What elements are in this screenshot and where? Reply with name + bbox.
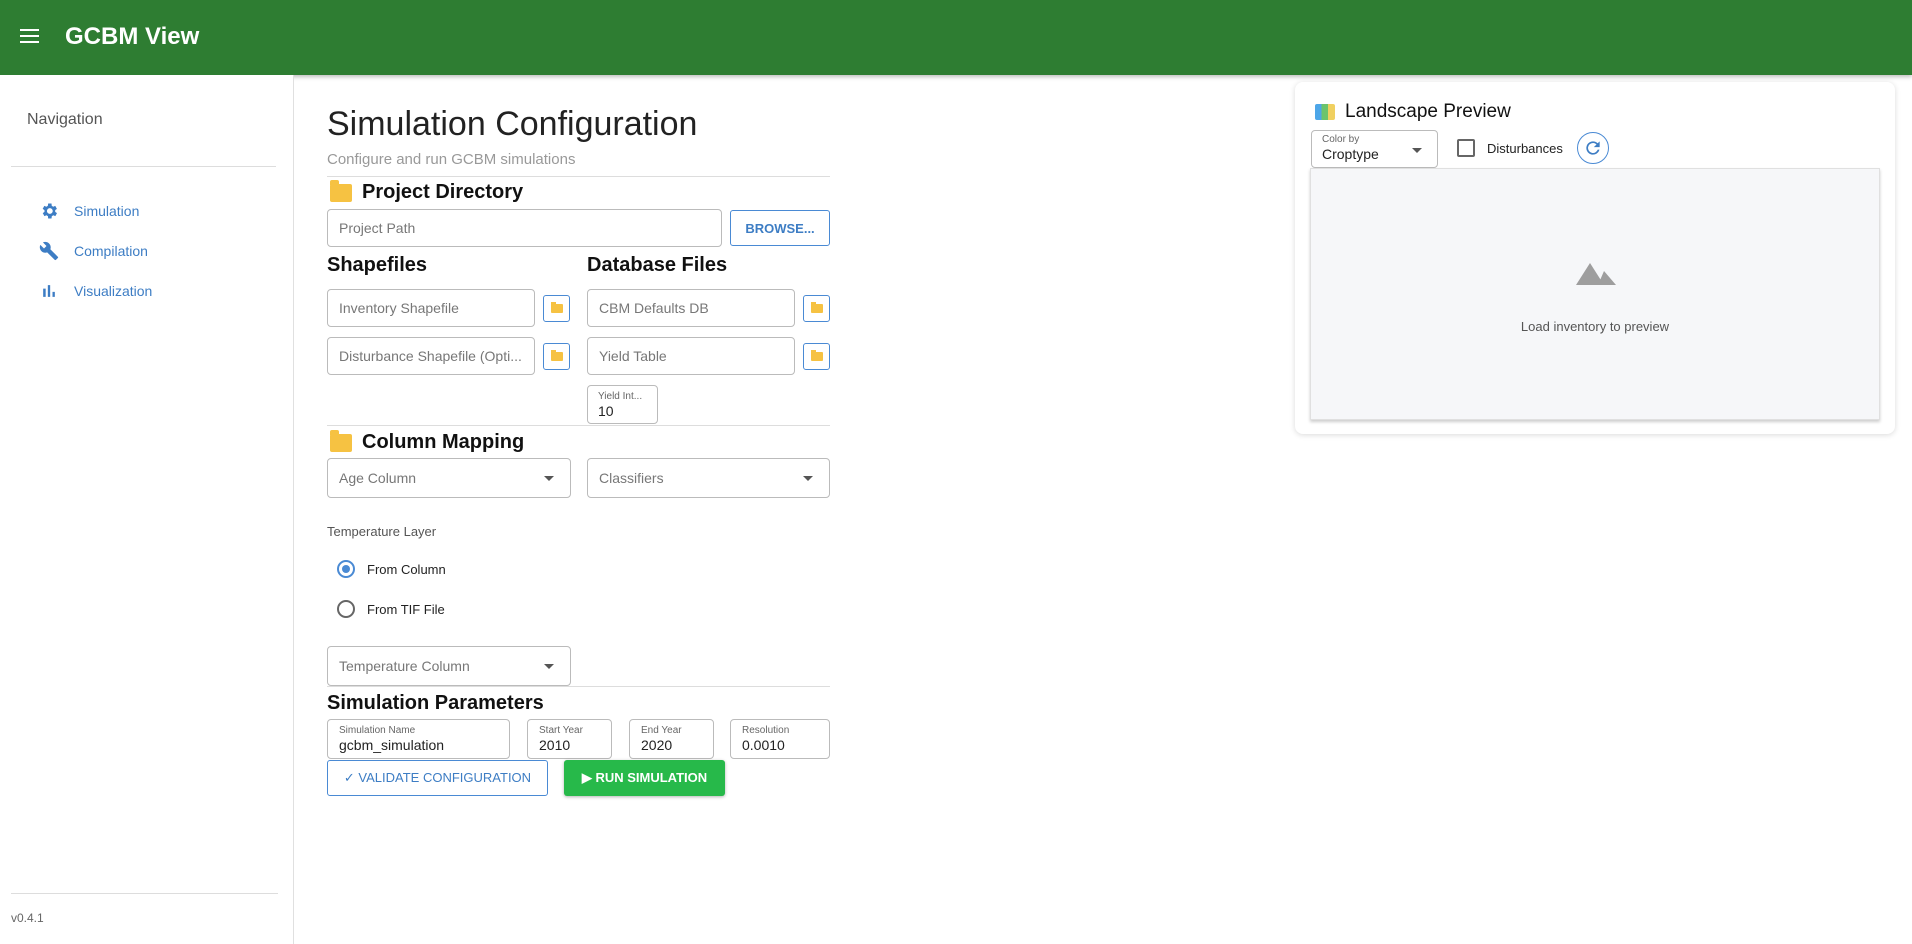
field-value: 10 xyxy=(598,402,614,419)
placeholder: Temperature Column xyxy=(339,658,470,674)
start-year-input[interactable]: Start Year 2010 xyxy=(527,719,612,759)
chevron-down-icon xyxy=(544,476,554,481)
age-column-select[interactable]: Age Column xyxy=(327,458,571,498)
sidebar-item-simulation[interactable]: Simulation xyxy=(38,196,278,226)
page-title: Simulation Configuration xyxy=(327,105,698,143)
folder-icon xyxy=(330,179,352,202)
browse-button[interactable]: BROWSE... xyxy=(730,210,830,246)
wrench-icon xyxy=(38,240,60,262)
end-year-input[interactable]: End Year 2020 xyxy=(629,719,714,759)
divider xyxy=(11,893,278,894)
sidebar-item-visualization[interactable]: Visualization xyxy=(38,276,278,306)
field-label: Resolution xyxy=(742,725,790,736)
section-title-text: Column Mapping xyxy=(362,431,525,453)
page-subtitle: Configure and run GCBM simulations xyxy=(327,151,576,168)
radio-label: From TIF File xyxy=(367,601,445,617)
sidebar: Navigation Simulation Compilation Visual… xyxy=(0,75,294,944)
database-files-heading: Database Files xyxy=(587,254,728,276)
browse-inventory-button[interactable] xyxy=(543,295,570,322)
nav-heading: Navigation xyxy=(27,111,103,128)
radio-button[interactable] xyxy=(337,600,355,618)
classifiers-select[interactable]: Classifiers xyxy=(587,458,830,498)
simulation-parameters-heading: Simulation Parameters xyxy=(327,692,544,714)
image-placeholder-icon xyxy=(1576,263,1616,285)
field-label: Yield Int... xyxy=(598,390,643,402)
preview-canvas[interactable]: Load inventory to preview xyxy=(1310,168,1880,420)
cbm-defaults-db-input[interactable]: CBM Defaults DB xyxy=(587,289,795,327)
field-label: Simulation Name xyxy=(339,725,416,736)
project-path-input[interactable]: Project Path xyxy=(327,209,722,247)
radio-button-checked[interactable] xyxy=(337,560,355,578)
placeholder: Disturbance Shapefile (Opti... xyxy=(339,348,522,364)
folder-icon xyxy=(550,350,563,361)
radio-from-tif[interactable]: From TIF File xyxy=(337,600,445,618)
column-mapping-heading: Column Mapping xyxy=(330,429,525,454)
section-title-text: Project Directory xyxy=(362,181,524,203)
inventory-shapefile-input[interactable]: Inventory Shapefile xyxy=(327,289,535,327)
preview-title-text: Landscape Preview xyxy=(1345,101,1511,122)
chevron-down-icon xyxy=(803,476,813,481)
hamburger-menu-icon[interactable] xyxy=(20,26,44,46)
run-simulation-button[interactable]: ▶ RUN SIMULATION xyxy=(564,760,725,796)
sidebar-item-label: Simulation xyxy=(74,203,140,219)
browse-disturbance-button[interactable] xyxy=(543,343,570,370)
placeholder: Classifiers xyxy=(599,470,664,486)
folder-icon xyxy=(810,350,823,361)
chevron-down-icon xyxy=(544,664,554,669)
field-label: End Year xyxy=(641,725,682,736)
field-label: Color by xyxy=(1322,134,1360,145)
placeholder: Yield Table xyxy=(599,348,667,364)
radio-from-column[interactable]: From Column xyxy=(337,560,446,578)
divider xyxy=(327,425,830,426)
version-label: v0.4.1 xyxy=(11,911,44,925)
field-value: gcbm_simulation xyxy=(339,737,445,753)
refresh-icon xyxy=(1586,141,1600,155)
placeholder: Project Path xyxy=(339,220,416,236)
folder-icon xyxy=(330,429,352,452)
preview-heading: Landscape Preview xyxy=(1315,101,1511,123)
placeholder: Inventory Shapefile xyxy=(339,300,459,316)
divider xyxy=(327,686,830,687)
folder-icon xyxy=(810,302,823,313)
browse-yield-table-button[interactable] xyxy=(803,343,830,370)
chevron-down-icon xyxy=(1412,148,1422,153)
temperature-column-select[interactable]: Temperature Column xyxy=(327,646,571,686)
field-value: 0.0010 xyxy=(742,737,785,753)
checkbox-label: Disturbances xyxy=(1487,140,1563,156)
placeholder: Age Column xyxy=(339,470,417,486)
gear-icon xyxy=(38,200,60,222)
preview-empty-message: Load inventory to preview xyxy=(1520,319,1670,334)
sidebar-item-compilation[interactable]: Compilation xyxy=(38,236,278,266)
refresh-button[interactable] xyxy=(1577,132,1609,164)
divider xyxy=(11,166,276,167)
bar-chart-icon xyxy=(38,280,60,302)
app-title: GCBM View xyxy=(65,23,200,50)
disturbance-shapefile-input[interactable]: Disturbance Shapefile (Opti... xyxy=(327,337,535,375)
radio-label: From Column xyxy=(367,561,446,577)
simulation-name-input[interactable]: Simulation Name gcbm_simulation xyxy=(327,719,510,759)
map-icon xyxy=(1315,104,1335,120)
yield-interval-input[interactable]: Yield Int... 10 xyxy=(587,385,658,424)
disturbances-checkbox[interactable] xyxy=(1457,139,1475,157)
divider xyxy=(327,176,830,177)
sidebar-item-label: Compilation xyxy=(74,243,148,259)
field-label: Start Year xyxy=(539,725,583,736)
sidebar-item-label: Visualization xyxy=(74,283,153,299)
field-value: 2010 xyxy=(539,737,571,753)
folder-icon xyxy=(550,302,563,313)
placeholder: CBM Defaults DB xyxy=(599,300,709,316)
shapefiles-heading: Shapefiles xyxy=(327,254,428,276)
browse-cbm-db-button[interactable] xyxy=(803,295,830,322)
field-value: 2020 xyxy=(641,737,673,753)
validate-configuration-button[interactable]: ✓ VALIDATE CONFIGURATION xyxy=(327,760,548,796)
app-bar: GCBM View xyxy=(0,0,1912,75)
resolution-input[interactable]: Resolution 0.0010 xyxy=(730,719,830,759)
yield-table-input[interactable]: Yield Table xyxy=(587,337,795,375)
project-directory-heading: Project Directory xyxy=(330,179,524,204)
disturbances-checkbox-row[interactable]: Disturbances xyxy=(1457,139,1563,157)
temperature-layer-label: Temperature Layer xyxy=(327,524,437,539)
color-by-select[interactable]: Color by Croptype xyxy=(1311,130,1438,168)
